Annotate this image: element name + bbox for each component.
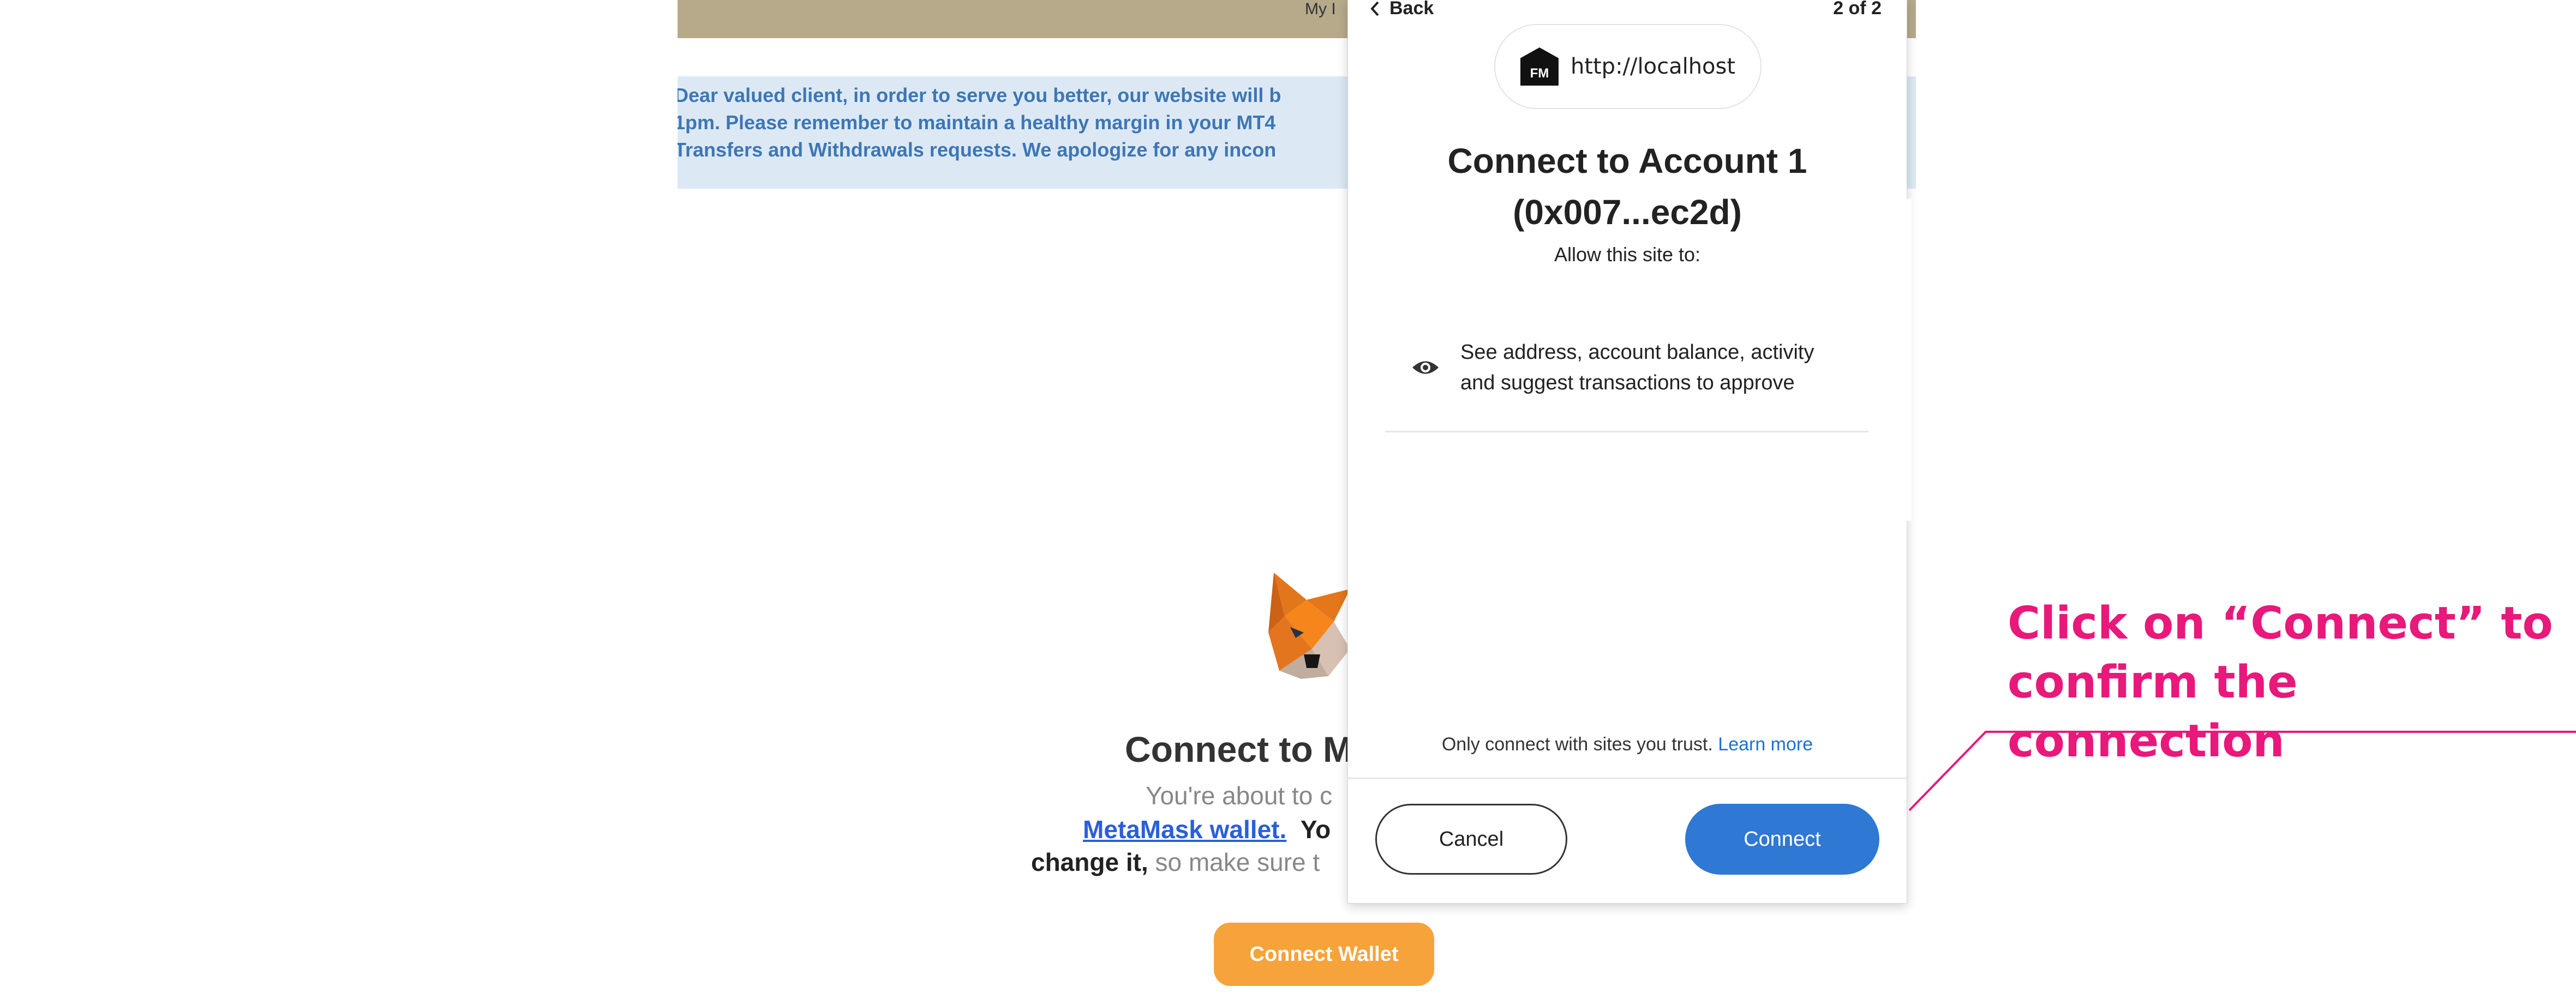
callout-leader-line [1908,731,2576,811]
